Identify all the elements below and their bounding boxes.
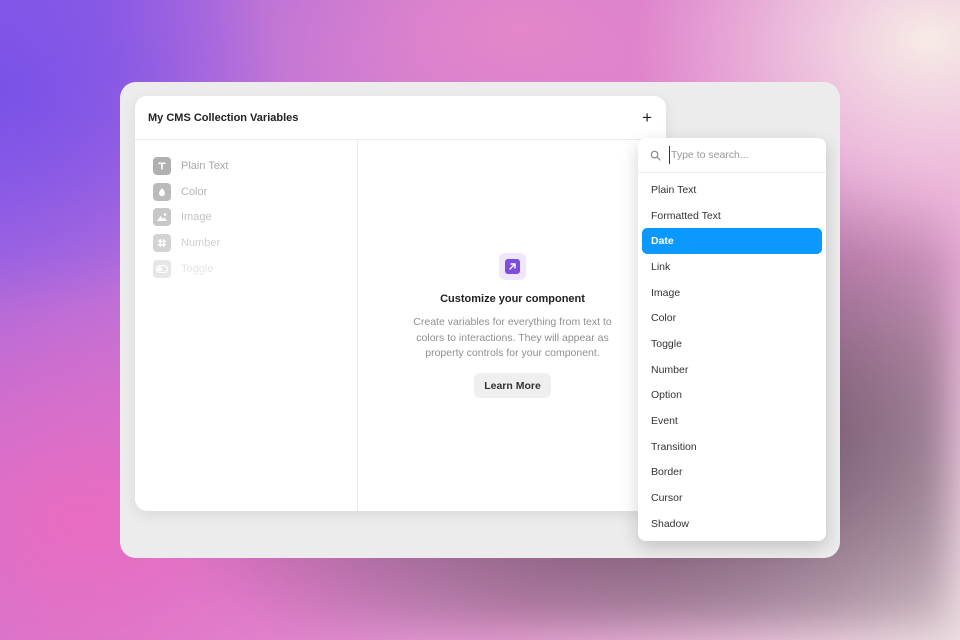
variable-type-toggle[interactable]: Toggle <box>135 256 357 282</box>
variable-type-image[interactable]: Image <box>135 204 357 230</box>
panel-header: My CMS Collection Variables + <box>135 96 666 140</box>
empty-state: Customize your component Create variable… <box>359 140 666 511</box>
menu-item-option[interactable]: Option <box>642 383 822 409</box>
empty-state-description: Create variables for everything from tex… <box>413 316 612 359</box>
search-icon <box>650 148 664 162</box>
variable-type-number[interactable]: Number <box>135 230 357 256</box>
variable-type-label: Image <box>181 211 212 224</box>
menu-item-border[interactable]: Border <box>642 460 822 486</box>
variable-type-label: Number <box>181 236 221 249</box>
hash-icon <box>153 233 171 252</box>
menu-item-color[interactable]: Color <box>642 305 822 331</box>
add-variable-button[interactable]: + <box>642 109 652 126</box>
variable-type-dropdown: Plain Text Formatted Text Date Link Imag… <box>638 138 826 541</box>
variable-type-color[interactable]: Color <box>135 179 357 205</box>
menu-item-formatted-text[interactable]: Formatted Text <box>642 203 822 229</box>
variables-panel: My CMS Collection Variables + Plain Text… <box>135 96 666 511</box>
droplet-icon <box>153 182 171 201</box>
menu-item-shadow[interactable]: Shadow <box>642 511 822 537</box>
text-icon <box>153 156 171 175</box>
menu-item-toggle[interactable]: Toggle <box>642 331 822 357</box>
menu-item-cursor[interactable]: Cursor <box>642 485 822 511</box>
menu-item-link[interactable]: Link <box>642 254 822 280</box>
menu-item-plain-text[interactable]: Plain Text <box>642 177 822 203</box>
panel-title: My CMS Collection Variables <box>148 111 299 124</box>
dropdown-search <box>638 138 826 173</box>
image-icon <box>153 208 171 227</box>
variable-type-label: Plain Text <box>181 159 229 172</box>
search-input[interactable] <box>669 146 809 164</box>
menu-item-transition[interactable]: Transition <box>642 434 822 460</box>
learn-more-button[interactable]: Learn More <box>474 373 551 398</box>
menu-item-event[interactable]: Event <box>642 408 822 434</box>
variable-type-label: Toggle <box>181 262 214 275</box>
dropdown-menu: Plain Text Formatted Text Date Link Imag… <box>638 173 826 537</box>
empty-state-title: Customize your component <box>440 293 585 305</box>
toggle-icon <box>153 259 171 278</box>
variable-type-label: Color <box>181 185 208 198</box>
variable-type-plain-text[interactable]: Plain Text <box>135 153 357 179</box>
menu-item-image[interactable]: Image <box>642 280 822 306</box>
arrow-up-right-icon <box>499 253 526 280</box>
variable-type-list: Plain Text Color Image Number Toggle <box>135 140 358 511</box>
menu-item-date[interactable]: Date <box>642 228 822 255</box>
menu-item-number[interactable]: Number <box>642 357 822 383</box>
